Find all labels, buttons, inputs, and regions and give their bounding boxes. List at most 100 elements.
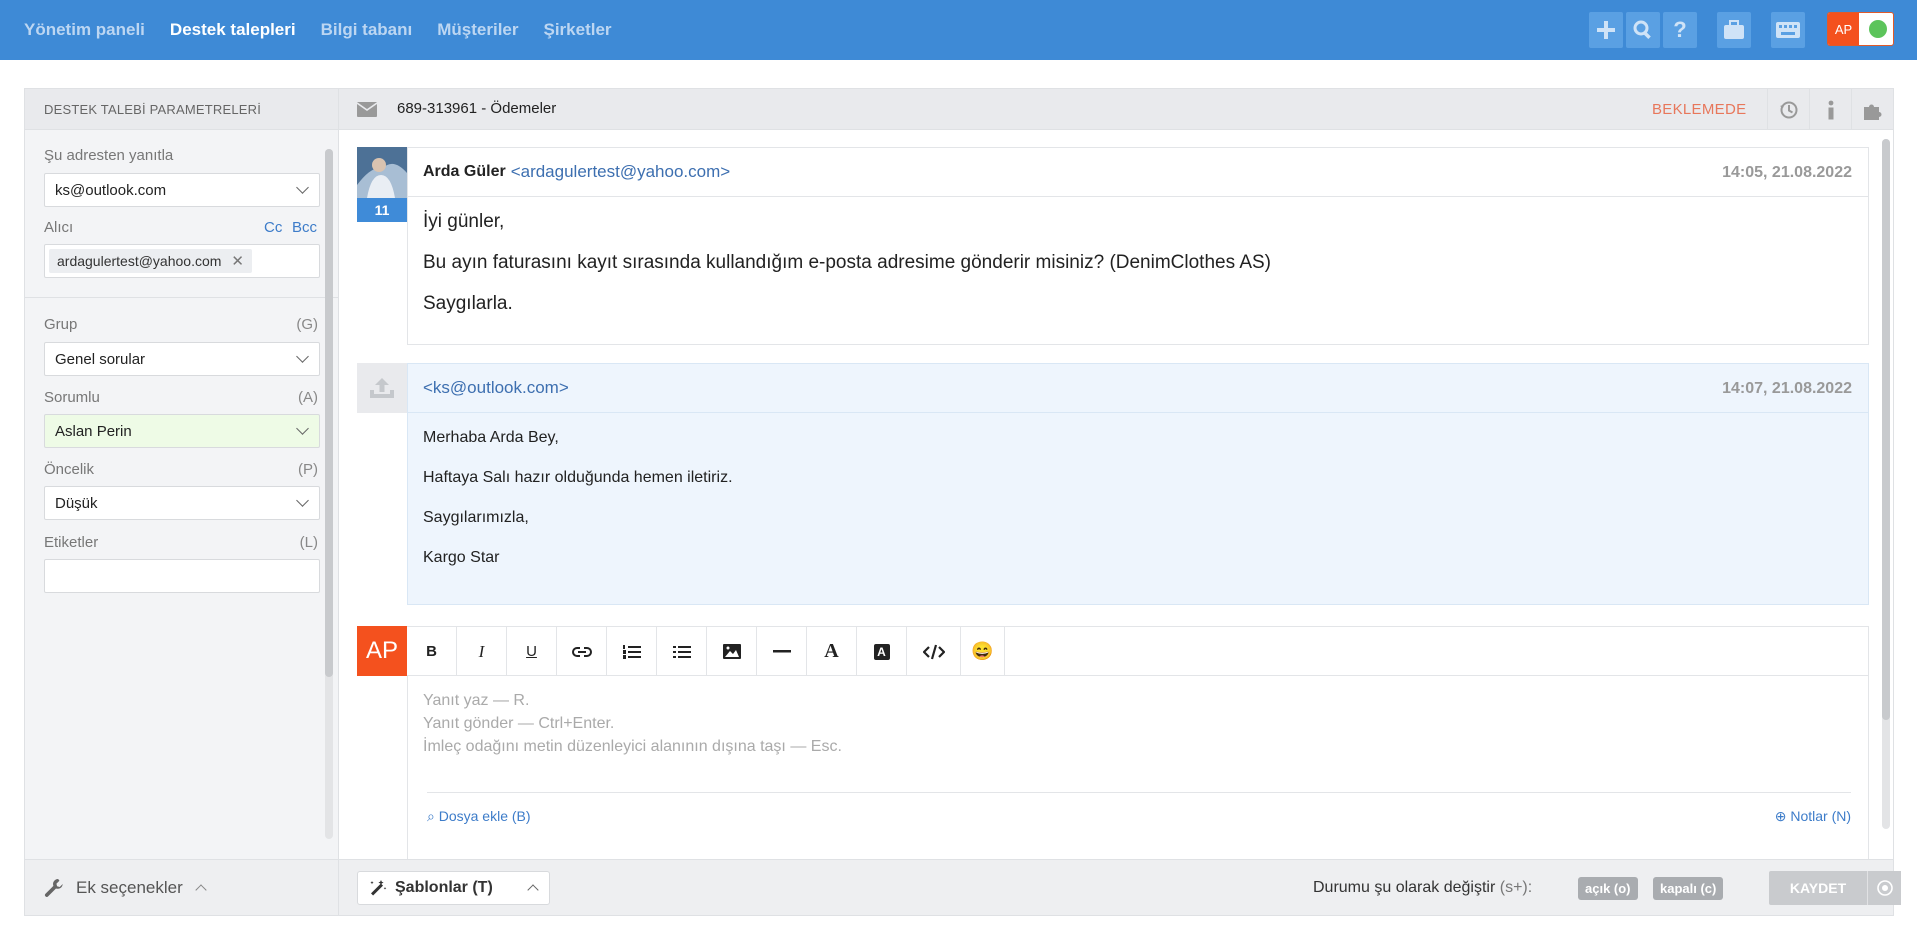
action-footer: Şablonlar (T) Durumu şu olarak değiştir … (339, 859, 1901, 915)
user-menu[interactable]: AP (1827, 12, 1894, 46)
nav-customers[interactable]: Müşteriler (437, 20, 518, 40)
remove-recipient-icon[interactable]: ✕ (231, 252, 244, 270)
scrollbar-thumb[interactable] (325, 149, 333, 677)
underline-button[interactable]: U (507, 627, 557, 676)
help-icon[interactable]: ? (1663, 12, 1697, 48)
recipient-chip: ardagulertest@yahoo.com ✕ (49, 249, 252, 273)
envelope-icon (357, 102, 377, 117)
cc-link[interactable]: Cc (264, 219, 282, 236)
ordered-list-icon[interactable] (607, 627, 657, 676)
online-status-dot (1869, 20, 1887, 38)
scrollbar-thumb[interactable] (1882, 139, 1890, 720)
tags-input[interactable] (44, 559, 320, 593)
ticket-subject: 689-313961 - Ödemeler (397, 100, 557, 117)
message-thread: 11 Arda Güler <ardagulertest@yahoo.com> … (339, 130, 1893, 859)
save-options-button[interactable] (1867, 871, 1901, 905)
panel-title: DESTEK TALEBİ PARAMETRELERİ (25, 89, 338, 130)
customer-avatar[interactable]: 11 (357, 147, 407, 222)
attach-file-link[interactable]: ⌕ Dosya ekle (B) (427, 808, 531, 825)
reply-from-value: ks@outlook.com (55, 181, 167, 199)
magic-wand-icon (370, 880, 387, 896)
bullet-list-icon[interactable] (657, 627, 707, 676)
message-card: <ks@outlook.com> 14:07, 21.08.2022 Merha… (407, 363, 1869, 605)
message-line: Merhaba Arda Bey, (423, 429, 559, 446)
group-select[interactable]: Genel sorular (44, 342, 320, 376)
nav-tickets[interactable]: Destek talepleri (170, 20, 296, 40)
message-card: Arda Güler <ardagulertest@yahoo.com> 14:… (407, 147, 1869, 345)
briefcase-icon[interactable] (1717, 12, 1751, 48)
ticket-header: 689-313961 - Ödemeler BEKLEMEDE (339, 89, 1893, 130)
tags-label: Etiketler (44, 534, 99, 551)
reply-textarea[interactable]: Yanıt yaz — R. Yanıt gönder — Ctrl+Enter… (407, 675, 1869, 859)
editor-divider (427, 792, 1851, 793)
message-date: 14:05, 21.08.2022 (1722, 164, 1852, 181)
horizontal-rule-icon[interactable] (757, 627, 807, 676)
change-status-label: Durumu şu olarak değiştir (s+): (1313, 879, 1533, 896)
reply-editor: AP B I U A A 😄 Yanıt yaz — R. Yanıt gönd… (357, 626, 1869, 859)
link-icon[interactable] (557, 627, 607, 676)
image-icon[interactable] (707, 627, 757, 676)
sender-name[interactable]: Arda Güler (423, 163, 506, 181)
priority-select[interactable]: Düşük (44, 486, 320, 520)
thread-scrollbar[interactable] (1882, 139, 1890, 829)
history-icon[interactable] (1767, 89, 1809, 130)
assignee-select[interactable]: Aslan Perin (44, 414, 320, 448)
templates-label: Şablonlar (T) (395, 879, 493, 896)
nav-dashboard[interactable]: Yönetim paneli (24, 20, 145, 40)
bcc-link[interactable]: Bcc (292, 219, 317, 236)
sidebar-scrollbar[interactable] (325, 149, 333, 839)
sender-email[interactable]: <ardagulertest@yahoo.com> (511, 162, 731, 182)
notes-icon: ⊕ (1774, 808, 1791, 824)
placeholder-line: Yanıt gönder — Ctrl+Enter. (423, 715, 615, 732)
emoji-icon[interactable]: 😄 (961, 627, 1005, 676)
status-open-button[interactable]: açık (o) (1578, 877, 1638, 900)
notes-link[interactable]: ⊕ Notlar (N) (1775, 808, 1851, 825)
tags-shortcut: (L) (299, 534, 318, 551)
background-color-icon[interactable]: A (857, 627, 907, 676)
recipient-input[interactable]: ardagulertest@yahoo.com ✕ (44, 244, 320, 278)
priority-label: Öncelik (44, 461, 95, 478)
chevron-up-icon (527, 884, 539, 896)
assignee-label: Sorumlu (44, 389, 100, 406)
extra-options-button[interactable]: Ek seçenekler (25, 859, 338, 915)
assignee-value: Aslan Perin (55, 422, 132, 440)
message-agent: <ks@outlook.com> 14:07, 21.08.2022 Merha… (357, 363, 1869, 605)
reply-from-select[interactable]: ks@outlook.com (44, 173, 320, 207)
search-icon[interactable] (1626, 12, 1660, 48)
font-color-icon[interactable]: A (807, 627, 857, 676)
keyboard-icon[interactable] (1771, 12, 1805, 48)
message-line: Bu ayın faturasını kayıt sırasında kulla… (423, 252, 1271, 273)
nav-companies[interactable]: Şirketler (543, 20, 611, 40)
chevron-down-icon (296, 422, 309, 435)
recipient-label: Alıcı (44, 219, 74, 236)
change-status-shortcut: (s+): (1499, 879, 1533, 896)
ticket-count-badge: 11 (357, 198, 407, 222)
message-body: Merhaba Arda Bey, Haftaya Salı hazır old… (408, 413, 1868, 567)
ticket-workspace: DESTEK TALEBİ PARAMETRELERİ Şu adresten … (24, 88, 1901, 916)
placeholder-line: Yanıt yaz — R. (423, 692, 530, 709)
plus-icon[interactable] (1589, 12, 1623, 48)
puzzle-icon[interactable] (1851, 89, 1893, 130)
ticket-conversation: 689-313961 - Ödemeler BEKLEMEDE 11 Arda … (339, 89, 1901, 915)
info-icon[interactable] (1809, 89, 1851, 130)
group-label: Grup (44, 316, 78, 333)
reply-from-label: Şu adresten yanıtla (44, 147, 174, 164)
priority-value: Düşük (55, 494, 98, 512)
extra-options-label: Ek seçenekler (76, 877, 183, 897)
record-icon (1876, 880, 1893, 896)
status-closed-button[interactable]: kapalı (c) (1653, 877, 1724, 900)
attach-file-label: Dosya ekle (B) (438, 808, 531, 824)
message-date: 14:07, 21.08.2022 (1722, 380, 1852, 397)
italic-button[interactable]: I (457, 627, 507, 676)
chevron-down-icon (296, 181, 309, 194)
sender-email[interactable]: <ks@outlook.com> (423, 378, 569, 398)
save-button[interactable]: KAYDET (1769, 871, 1867, 905)
bold-button[interactable]: B (407, 627, 457, 676)
code-icon[interactable] (907, 627, 961, 676)
nav-knowledge-base[interactable]: Bilgi tabanı (321, 20, 413, 40)
templates-button[interactable]: Şablonlar (T) (357, 871, 550, 905)
recipient-chip-label: ardagulertest@yahoo.com (57, 253, 222, 269)
paperclip-icon: ⌕ (427, 808, 439, 824)
group-value: Genel sorular (55, 350, 146, 368)
ticket-status[interactable]: BEKLEMEDE (1652, 101, 1746, 118)
